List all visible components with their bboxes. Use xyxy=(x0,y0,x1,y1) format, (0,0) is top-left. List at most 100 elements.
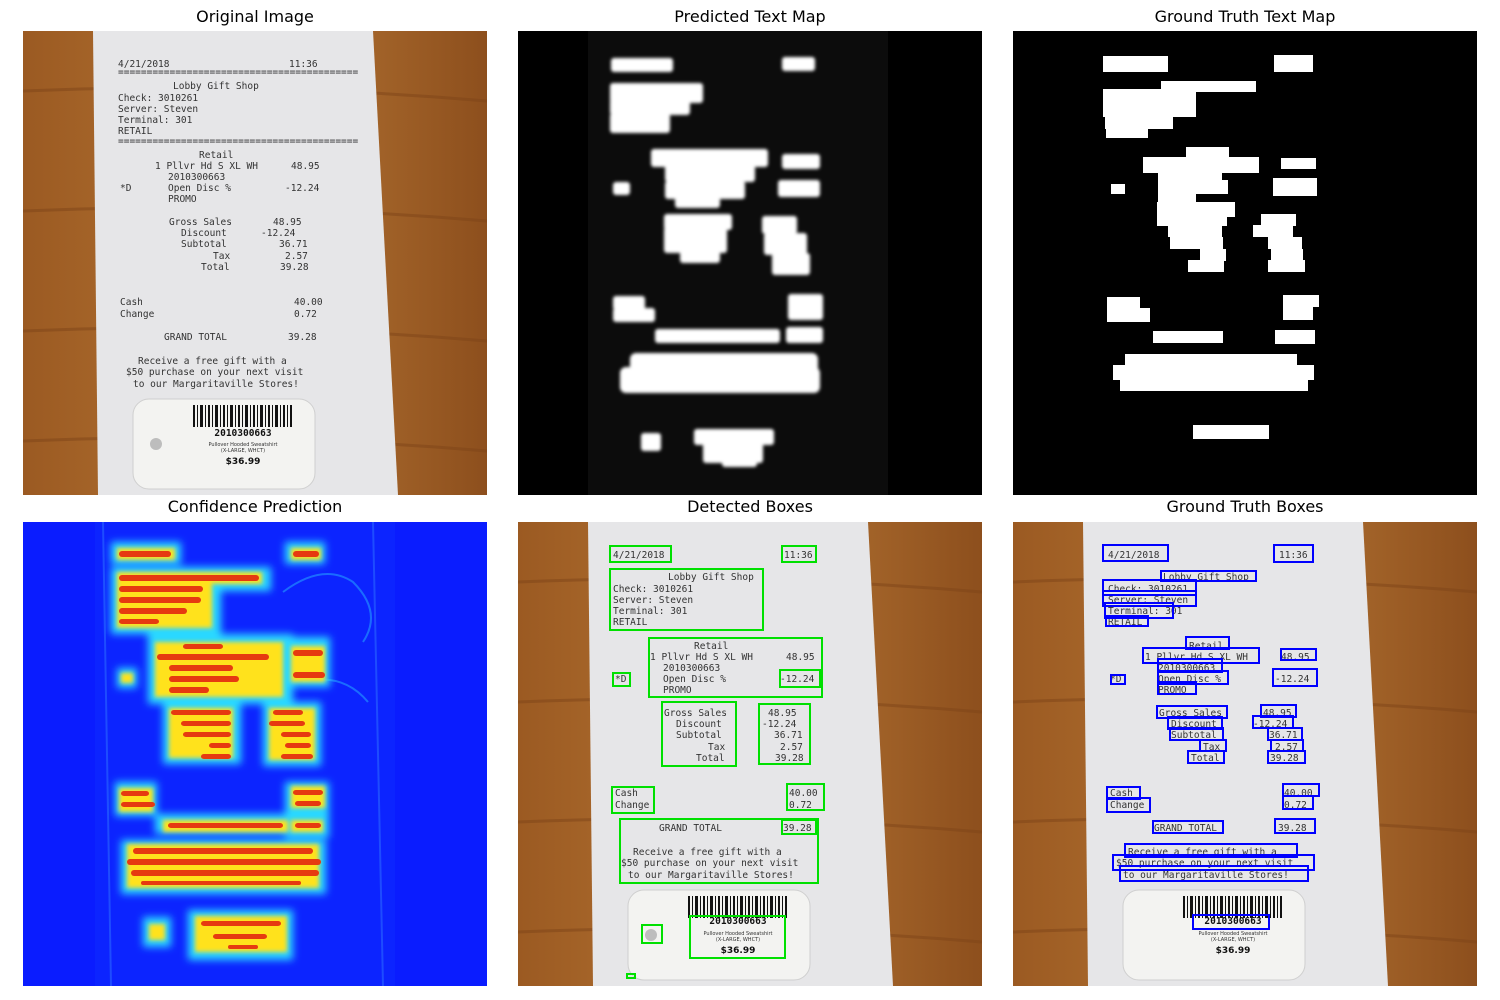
svg-text:2010300663: 2010300663 xyxy=(709,916,766,927)
panel-title-confidence: Confidence Prediction xyxy=(167,497,343,516)
svg-text:(X-LARGE, WHCT): (X-LARGE, WHCT) xyxy=(716,937,760,943)
predicted-text-map-panel xyxy=(518,31,982,495)
ground-truth-text-map xyxy=(1013,31,1477,495)
svg-text:2010300663: 2010300663 xyxy=(214,428,271,439)
svg-text:4/21/2018: 4/21/2018 xyxy=(1108,550,1160,561)
svg-text:48.95: 48.95 xyxy=(768,708,797,719)
svg-text:2.57: 2.57 xyxy=(285,251,308,262)
svg-text:2.57: 2.57 xyxy=(780,742,803,753)
svg-text:Open Disc %: Open Disc % xyxy=(663,674,726,685)
svg-text:1 Pllvr Hd S XL WH: 1 Pllvr Hd S XL WH xyxy=(155,161,258,172)
svg-text:40.00: 40.00 xyxy=(789,788,818,799)
svg-text:2010300663: 2010300663 xyxy=(1204,916,1261,927)
svg-text:Discount: Discount xyxy=(676,719,722,730)
svg-text:Gross Sales: Gross Sales xyxy=(664,708,727,719)
svg-text:Total: Total xyxy=(696,753,725,764)
svg-text:Server: Steven: Server: Steven xyxy=(118,104,198,115)
confidence-heatmap-panel xyxy=(23,522,487,986)
svg-text:39.28: 39.28 xyxy=(775,753,804,764)
ground-truth-boxes-image: 4/21/2018 11:36 Lobby Gift Shop Check: 3… xyxy=(1013,522,1477,986)
svg-text:Tax: Tax xyxy=(213,251,230,262)
svg-text:PROMO: PROMO xyxy=(663,685,692,696)
svg-text:Check: 3010261: Check: 3010261 xyxy=(613,584,693,595)
svg-text:$36.99: $36.99 xyxy=(721,946,756,956)
svg-text:11:36: 11:36 xyxy=(1279,550,1308,561)
svg-text:*D: *D xyxy=(615,674,627,685)
panel-title-detected: Detected Boxes xyxy=(687,497,813,516)
svg-text:Discount: Discount xyxy=(181,228,227,239)
svg-text:48.95: 48.95 xyxy=(273,217,302,228)
svg-text:48.95: 48.95 xyxy=(1281,652,1310,663)
svg-text:$50 purchase on your next visi: $50 purchase on your next visit xyxy=(1116,858,1293,869)
svg-text:39.28: 39.28 xyxy=(280,262,309,273)
svg-text:Check: 3010261: Check: 3010261 xyxy=(118,93,198,104)
svg-text:2010300663: 2010300663 xyxy=(663,663,720,674)
svg-text:Lobby Gift Shop: Lobby Gift Shop xyxy=(668,572,754,583)
svg-text:RETAIL: RETAIL xyxy=(613,617,648,628)
svg-text:Change: Change xyxy=(1110,800,1145,811)
svg-text:*D: *D xyxy=(120,183,132,194)
svg-text:Cash: Cash xyxy=(615,788,638,799)
svg-text:$36.99: $36.99 xyxy=(226,457,261,467)
svg-text:(X-LARGE, WHCT): (X-LARGE, WHCT) xyxy=(1211,937,1255,943)
svg-text:Subtotal: Subtotal xyxy=(181,239,227,250)
svg-text:to our Margaritaville Stores!: to our Margaritaville Stores! xyxy=(1123,870,1289,881)
svg-text:Subtotal: Subtotal xyxy=(676,730,722,741)
svg-text:Cash: Cash xyxy=(120,297,143,308)
svg-text:Lobby Gift Shop: Lobby Gift Shop xyxy=(173,81,259,92)
svg-text:4/21/2018: 4/21/2018 xyxy=(613,550,665,561)
svg-text:Receive a free gift with a: Receive a free gift with a xyxy=(633,847,782,858)
svg-text:Gross Sales: Gross Sales xyxy=(169,217,232,228)
panel-title-original: Original Image xyxy=(196,7,314,26)
svg-text:40.00: 40.00 xyxy=(294,297,323,308)
svg-text:-12.24: -12.24 xyxy=(1275,674,1310,685)
svg-text:to our Margaritaville Stores!: to our Margaritaville Stores! xyxy=(628,870,794,881)
svg-text:-12.24: -12.24 xyxy=(285,183,320,194)
svg-text:Retail: Retail xyxy=(199,150,233,161)
ground-truth-boxes-panel: 4/21/2018 11:36 Lobby Gift Shop Check: 3… xyxy=(1013,522,1477,986)
svg-text:GRAND TOTAL: GRAND TOTAL xyxy=(164,332,227,343)
panel-title-predicted-map: Predicted Text Map xyxy=(674,7,826,26)
detected-boxes-panel: 4/21/2018 11:36 Lobby Gift Shop Check: 3… xyxy=(518,522,982,986)
original-image-panel: 4/21/2018 11:36 ========================… xyxy=(23,31,487,495)
svg-text:36.71: 36.71 xyxy=(279,239,308,250)
panel-title-gt-boxes: Ground Truth Boxes xyxy=(1166,497,1324,516)
svg-text:Total: Total xyxy=(201,262,230,273)
svg-text:GRAND TOTAL: GRAND TOTAL xyxy=(659,823,722,834)
svg-text:40.00: 40.00 xyxy=(1284,788,1313,799)
svg-text:Tax: Tax xyxy=(708,742,725,753)
svg-text:PROMO: PROMO xyxy=(168,194,197,205)
detected-boxes-image: 4/21/2018 11:36 Lobby Gift Shop Check: 3… xyxy=(518,522,982,986)
svg-text:Change: Change xyxy=(120,309,155,320)
svg-text:==============================: ========================================… xyxy=(118,136,358,147)
svg-text:36.71: 36.71 xyxy=(774,730,803,741)
svg-text:Terminal: 301: Terminal: 301 xyxy=(613,606,688,617)
svg-text:Open Disc %: Open Disc % xyxy=(168,183,231,194)
svg-text:39.28: 39.28 xyxy=(783,823,812,834)
svg-text:$50 purchase on your next visi: $50 purchase on your next visit xyxy=(126,367,303,378)
svg-text:==============================: ========================================… xyxy=(118,67,358,78)
svg-text:48.95: 48.95 xyxy=(786,652,815,663)
svg-text:to our Margaritaville Stores!: to our Margaritaville Stores! xyxy=(133,379,299,390)
svg-text:1 Pllvr Hd S XL WH: 1 Pllvr Hd S XL WH xyxy=(1145,652,1248,663)
svg-text:Change: Change xyxy=(615,800,650,811)
receipt-photo: 4/21/2018 11:36 ========================… xyxy=(23,31,487,495)
svg-text:-12.24: -12.24 xyxy=(261,228,296,239)
svg-text:-12.24: -12.24 xyxy=(780,674,815,685)
svg-text:Retail: Retail xyxy=(1189,641,1223,652)
svg-text:$50 purchase on your next visi: $50 purchase on your next visit xyxy=(621,858,798,869)
svg-text:Terminal: 301: Terminal: 301 xyxy=(118,115,193,126)
svg-text:39.28: 39.28 xyxy=(288,332,317,343)
svg-text:11:36: 11:36 xyxy=(784,550,813,561)
svg-text:-12.24: -12.24 xyxy=(762,719,797,730)
svg-text:(X-LARGE, WHCT): (X-LARGE, WHCT) xyxy=(221,448,265,454)
panel-title-gt-map: Ground Truth Text Map xyxy=(1154,7,1336,26)
ground-truth-text-map-panel xyxy=(1013,31,1477,495)
svg-text:$36.99: $36.99 xyxy=(1216,946,1251,956)
svg-text:Receive a free gift with a: Receive a free gift with a xyxy=(138,356,287,367)
confidence-heatmap xyxy=(23,522,487,986)
predicted-text-map xyxy=(518,31,982,495)
svg-text:48.95: 48.95 xyxy=(291,161,320,172)
svg-text:Retail: Retail xyxy=(694,641,728,652)
svg-text:Server: Steven: Server: Steven xyxy=(613,595,693,606)
